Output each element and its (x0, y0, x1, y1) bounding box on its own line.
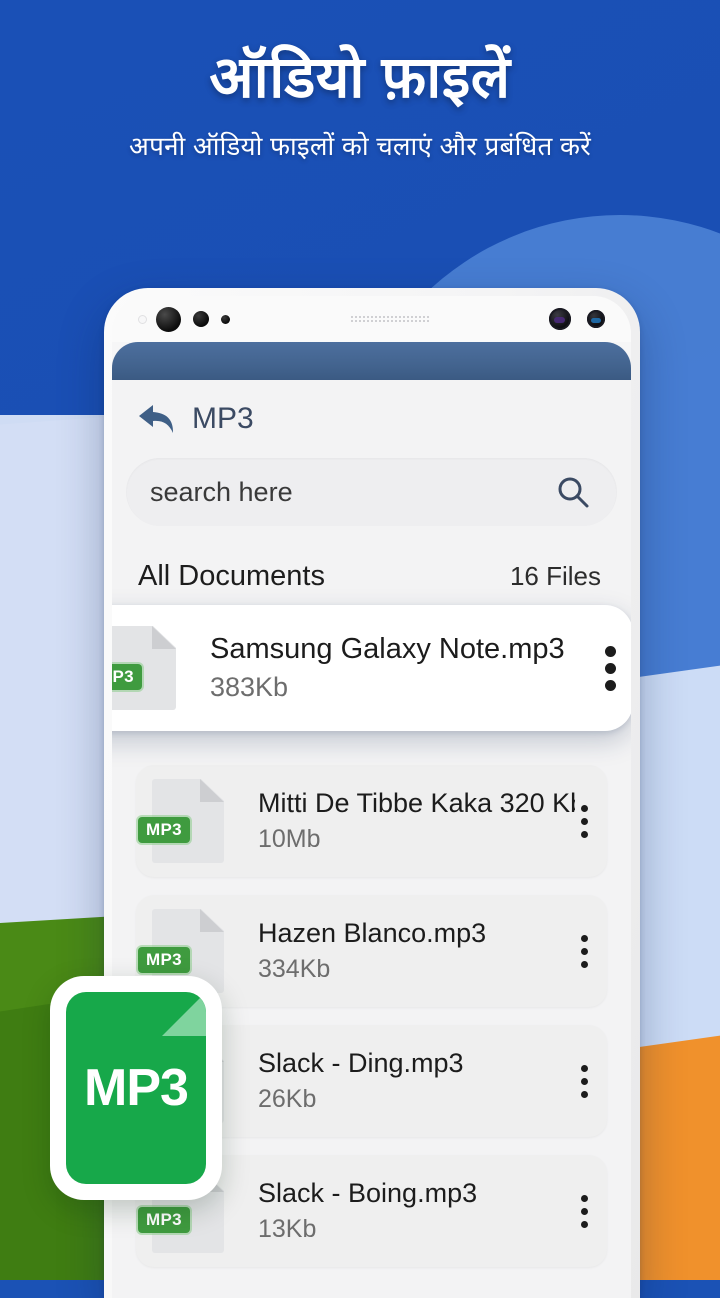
app-bar-title: MP3 (192, 402, 254, 435)
table-row[interactable]: MP3 Samsung Galaxy Note.mp3 383Kb (112, 605, 631, 731)
back-arrow-icon[interactable] (136, 402, 178, 436)
sensor-small-icon (221, 314, 230, 324)
search-input[interactable]: search here (150, 477, 555, 508)
front-camera-icon (549, 308, 571, 330)
secondary-camera-icon (587, 310, 605, 328)
mp3-badge-label: MP3 (138, 817, 190, 843)
status-bar (112, 342, 631, 380)
file-size: 334Kb (258, 955, 331, 983)
mp3-badge-label: MP3 (138, 947, 190, 973)
mp3-file-icon: MP3 (112, 626, 176, 710)
mp3-app-badge-fold-corner (162, 992, 206, 1036)
section-file-count: 16 Files (509, 561, 601, 591)
file-meta: Hazen Blanco.mp3 334Kb (258, 918, 575, 984)
file-meta: Mitti De Tibbe Kaka 320 Kbps.mp3 10Mb (258, 788, 575, 854)
mp3-badge-label: MP3 (138, 1207, 190, 1233)
mp3-app-badge-label: MP3 (84, 1059, 189, 1117)
file-meta: Slack - Boing.mp3 13Kb (258, 1178, 575, 1244)
file-name: Samsung Galaxy Note.mp3 (210, 633, 565, 665)
file-name: Mitti De Tibbe Kaka 320 Kbps.mp3 (258, 788, 575, 818)
kebab-menu-icon[interactable] (601, 645, 616, 691)
file-size: 13Kb (258, 1215, 317, 1243)
mp3-app-badge-document: MP3 (66, 992, 206, 1184)
kebab-menu-icon[interactable] (575, 1064, 588, 1098)
earpiece-speaker-icon (349, 315, 430, 323)
table-row[interactable]: MP3 Mitti De Tibbe Kaka 320 Kbps.mp3 10M… (136, 765, 607, 877)
search-icon[interactable] (555, 474, 591, 510)
sensor-large-icon (156, 306, 181, 332)
page-subtitle: अपनी ऑडियो फाइलों को चलाएं और प्रबंधित क… (129, 130, 591, 161)
mp3-file-icon: MP3 (138, 779, 224, 863)
search-bar[interactable]: search here (126, 458, 617, 526)
file-name: Hazen Blanco.mp3 (258, 918, 487, 948)
kebab-menu-icon[interactable] (575, 1194, 588, 1228)
file-size: 26Kb (258, 1085, 317, 1113)
page-title: ऑडियो फ़ाइलें (209, 45, 511, 110)
file-meta: Samsung Galaxy Note.mp3 383Kb (210, 633, 601, 703)
kebab-menu-icon[interactable] (575, 934, 588, 968)
section-title: All Documents (138, 560, 325, 592)
sensor-ring-icon (138, 314, 147, 324)
file-meta: Slack - Ding.mp3 26Kb (258, 1048, 575, 1114)
phone-notch (112, 296, 631, 342)
kebab-menu-icon[interactable] (575, 804, 588, 838)
file-name: Slack - Boing.mp3 (258, 1178, 478, 1208)
file-size: 383Kb (210, 672, 289, 702)
app-bar: MP3 (126, 380, 617, 458)
file-size: 10Mb (258, 825, 321, 853)
file-name: Slack - Ding.mp3 (258, 1048, 464, 1078)
section-header: All Documents 16 Files (126, 526, 617, 615)
sensor-medium-icon (193, 311, 209, 327)
promo-header: ऑडियो फ़ाइलें अपनी ऑडियो फाइलों को चलाएं… (0, 0, 720, 163)
mp3-app-badge: MP3 (50, 976, 222, 1200)
mp3-badge-label: MP3 (112, 664, 142, 690)
